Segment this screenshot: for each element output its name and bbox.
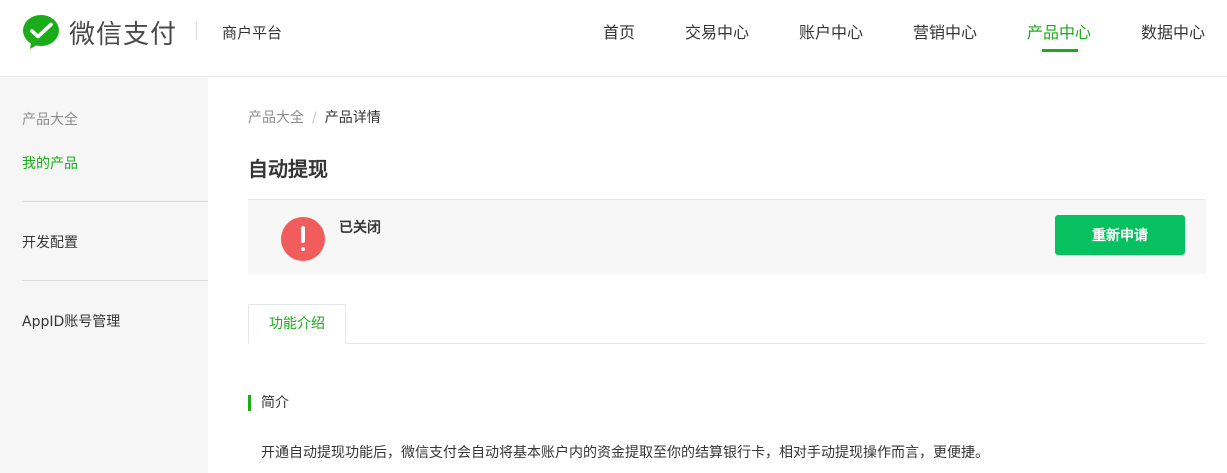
- sidebar-item-my-products[interactable]: 我的产品: [22, 153, 78, 173]
- nav-item-account-center[interactable]: 账户中心: [799, 19, 863, 43]
- section-title-intro: 简介: [248, 395, 289, 411]
- tab-feature-intro[interactable]: 功能介绍: [248, 304, 346, 344]
- nav-item-marketing-center[interactable]: 营销中心: [913, 19, 977, 43]
- reapply-button[interactable]: 重新申请: [1055, 215, 1185, 255]
- tabs-baseline: [248, 343, 1206, 344]
- page-title: 自动提现: [248, 157, 328, 181]
- intro-description: 开通自动提现功能后，微信支付会自动将基本账户内的资金提取至你的结算银行卡，相对手…: [261, 445, 989, 461]
- top-nav: 首页 交易中心 账户中心 营销中心 产品中心 数据中心: [0, 19, 1227, 77]
- sidebar-divider: [22, 201, 208, 202]
- exclamation-circle-icon: [281, 217, 325, 261]
- nav-item-trade-center[interactable]: 交易中心: [685, 19, 749, 43]
- top-header: 微信支付 商户平台 首页 交易中心 账户中心 营销中心 产品中心 数据中心: [0, 0, 1227, 77]
- breadcrumb-current: 产品详情: [324, 110, 381, 126]
- sidebar-item-dev-config[interactable]: 开发配置: [22, 232, 78, 252]
- sidebar-item-appid-management[interactable]: AppID账号管理: [22, 311, 120, 331]
- breadcrumb-parent[interactable]: 产品大全: [248, 110, 304, 126]
- nav-item-product-center[interactable]: 产品中心: [1027, 19, 1091, 43]
- sidebar-divider: [22, 280, 208, 281]
- breadcrumb: 产品大全 / 产品详情: [248, 107, 381, 127]
- nav-item-data-center[interactable]: 数据中心: [1141, 19, 1205, 43]
- status-text: 已关闭: [339, 220, 381, 236]
- sidebar-group-title: 产品大全: [22, 112, 78, 128]
- nav-item-home[interactable]: 首页: [603, 19, 635, 43]
- nav-active-indicator: [1042, 49, 1078, 52]
- sidebar: 产品大全 我的产品 开发配置 AppID账号管理: [0, 78, 208, 473]
- status-panel: 已关闭 重新申请: [248, 199, 1206, 274]
- breadcrumb-separator: /: [312, 110, 317, 126]
